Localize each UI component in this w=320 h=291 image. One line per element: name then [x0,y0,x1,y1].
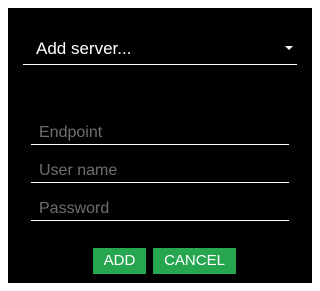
username-field-wrapper [31,160,289,183]
cancel-button[interactable]: CANCEL [153,248,236,274]
password-field-wrapper [31,198,289,221]
add-server-panel: Add server... ADD CANCEL [8,8,312,283]
username-field[interactable] [39,160,285,182]
endpoint-field-wrapper [31,122,289,145]
chevron-down-icon [285,46,293,50]
server-select[interactable]: Add server... [23,36,297,65]
endpoint-field[interactable] [39,122,285,144]
add-button[interactable]: ADD [93,248,146,274]
server-select-label: Add server... [36,39,132,58]
password-field[interactable] [39,198,285,220]
